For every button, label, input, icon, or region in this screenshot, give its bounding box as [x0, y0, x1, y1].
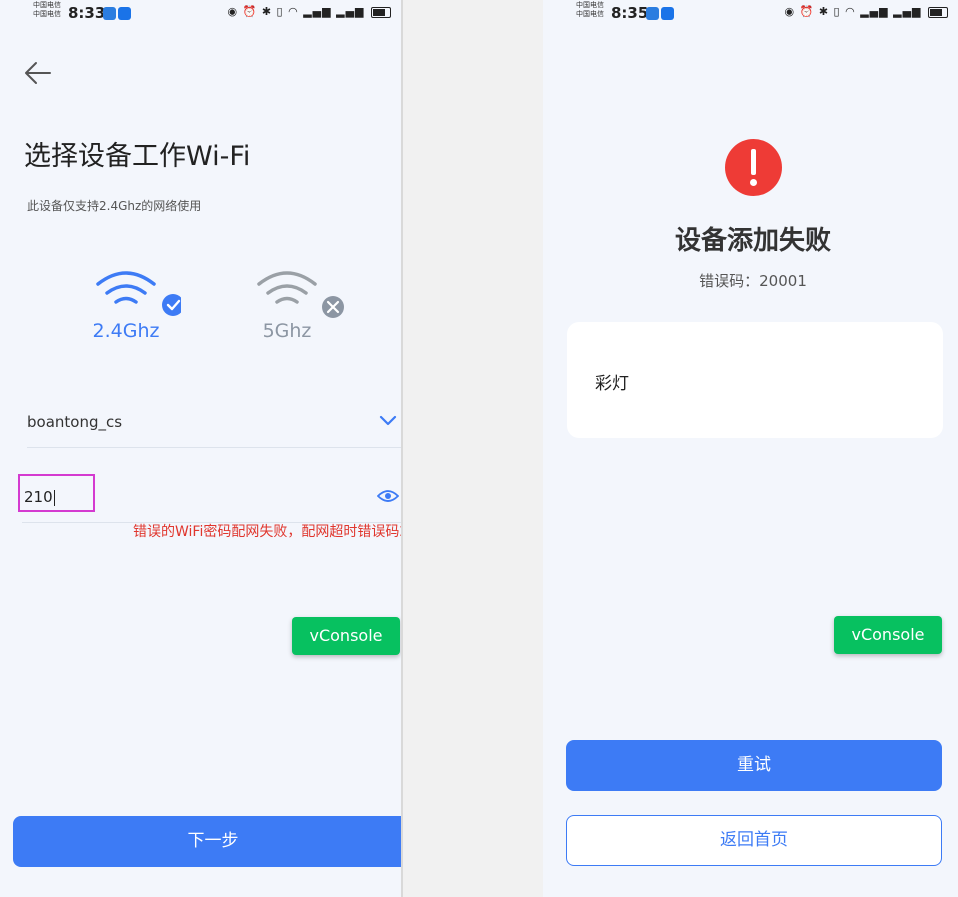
status-time: 8:35 [611, 4, 649, 22]
system-status-icons: ◉ ⏰ ✱ ▯ ◠ ▂▄▆ ▂▄▆ [228, 5, 391, 18]
wifi-signal-icon [96, 271, 181, 316]
screen-gap [403, 0, 543, 897]
annotation-note: 错误的WiFi密码配网失败，配网超时错误码20001 [133, 524, 444, 540]
return-home-button[interactable]: 返回首页 [566, 815, 942, 866]
wifi-select-screen: 中国电信 中国电信 8:33 ◉ ⏰ ✱ ▯ ◠ ▂▄▆ ▂▄▆ 选择设备工作W… [0, 0, 401, 897]
status-bar: 中国电信 中国电信 8:35 ◉ ⏰ ✱ ▯ ◠ ▂▄▆ ▂▄▆ [543, 0, 958, 28]
error-code: 错误码：20001 [699, 272, 807, 290]
notification-icons [103, 7, 133, 26]
page-title: 选择设备工作Wi-Fi [24, 141, 251, 172]
app-notification-icon [103, 7, 116, 20]
alarm-icon: ⏰ [799, 5, 815, 18]
status-bar: 中国电信 中国电信 8:33 ◉ ⏰ ✱ ▯ ◠ ▂▄▆ ▂▄▆ [0, 0, 401, 28]
device-card: 彩灯 [567, 322, 943, 438]
wifi-signal-icon [257, 271, 344, 318]
carrier-labels: 中国电信 中国电信 [576, 1, 604, 18]
next-step-button[interactable]: 下一步 [13, 816, 401, 867]
status-time: 8:33 [68, 4, 106, 22]
alarm-icon: ⏰ [242, 5, 258, 18]
eye-comfort-icon: ◉ [784, 5, 796, 18]
notification-icons [646, 7, 676, 26]
app-notification-icon [646, 7, 659, 20]
fail-title: 设备添加失败 [674, 226, 831, 256]
error-alert-icon [725, 139, 782, 196]
signal-icon: ▂▄▆ [860, 5, 889, 18]
app-notification-icon [118, 7, 131, 20]
bluetooth-icon: ✱ [261, 5, 273, 18]
password-highlight-box [18, 474, 95, 512]
bluetooth-icon: ✱ [818, 5, 830, 18]
vconsole-button[interactable]: vConsole [834, 616, 942, 654]
carrier-labels: 中国电信 中国电信 [33, 1, 61, 18]
device-name: 彩灯 [595, 374, 629, 394]
battery-icon [371, 6, 391, 18]
add-failed-screen: 中国电信 中国电信 8:35 ◉ ⏰ ✱ ▯ ◠ ▂▄▆ ▂▄▆ 设备添加失败 … [543, 0, 958, 897]
band-label: 2.4Ghz [92, 320, 160, 342]
retry-button[interactable]: 重试 [566, 740, 942, 791]
vibrate-icon: ▯ [276, 5, 284, 18]
vconsole-button[interactable]: vConsole [292, 617, 400, 655]
signal-icon: ▂▄▆ [893, 5, 922, 18]
chevron-down-icon[interactable] [379, 415, 397, 427]
battery-icon [928, 6, 948, 18]
band-label: 5Ghz [262, 320, 312, 342]
wifi-ssid-value: boantong_cs [27, 413, 123, 431]
app-notification-icon [661, 7, 674, 20]
band-option-5ghz[interactable]: 5Ghz [232, 268, 344, 358]
signal-icon: ▂▄▆ [303, 5, 332, 18]
vibrate-icon: ▯ [833, 5, 841, 18]
band-support-note: 此设备仅支持2.4Ghz的网络使用 [27, 199, 202, 213]
wifi-ssid-select[interactable]: boantong_cs [27, 403, 401, 448]
band-option-2-4ghz[interactable]: 2.4Ghz [71, 268, 181, 358]
signal-icon: ▂▄▆ [336, 5, 365, 18]
wifi-icon: ◠ [288, 5, 299, 18]
wifi-icon: ◠ [845, 5, 856, 18]
back-arrow-icon[interactable] [24, 60, 52, 86]
eye-comfort-icon: ◉ [227, 5, 239, 18]
system-status-icons: ◉ ⏰ ✱ ▯ ◠ ▂▄▆ ▂▄▆ [785, 5, 948, 18]
eye-icon[interactable] [377, 488, 399, 504]
